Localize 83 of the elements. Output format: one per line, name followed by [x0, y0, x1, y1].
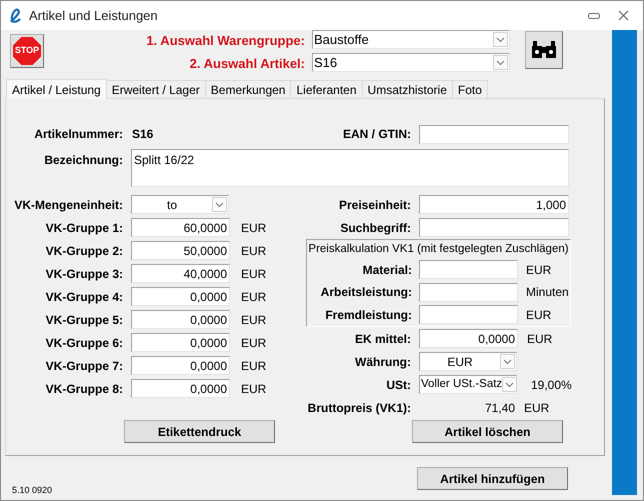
unit-label: EUR: [241, 288, 266, 306]
field-label: Arbeitsleistung:: [320, 284, 412, 302]
version-text: 5.10 0920: [12, 484, 52, 496]
group-title: Preiskalkulation VK1 (mit festgelegten Zuschlägen): [308, 242, 569, 257]
input-field[interactable]: [419, 305, 518, 324]
field-label: EAN / GTIN:: [342, 126, 411, 143]
field-label: VK-Gruppe 7:: [44, 358, 123, 374]
input-field[interactable]: 0,0000: [131, 310, 230, 329]
field-label: USt:: [385, 376, 411, 394]
field-label: Währung:: [354, 354, 411, 370]
field-label: Artikelnummer:: [33, 126, 123, 143]
caret-icon: [493, 55, 508, 70]
caret-icon: [493, 32, 508, 47]
value-text: 71,40: [484, 400, 515, 416]
article-number: S16: [132, 126, 154, 143]
caret-icon: [212, 197, 227, 212]
unit-label: EUR: [241, 358, 266, 374]
add-article-button[interactable]: Artikel hinzufügen: [417, 467, 568, 490]
close-icon[interactable]: [618, 10, 629, 21]
dropdown[interactable]: Baustoffe: [312, 30, 510, 49]
input-field[interactable]: [419, 124, 569, 144]
field-label: Bezeichnung:: [43, 152, 123, 169]
unit-label: EUR: [241, 380, 266, 398]
label-print-button[interactable]: Etikettendruck: [124, 420, 275, 443]
window-title: Artikel und Leistungen: [29, 6, 158, 25]
field-label: Suchbegriff:: [339, 220, 411, 236]
input-field[interactable]: 0,0000: [131, 379, 230, 398]
unit-label: EUR: [524, 400, 550, 416]
unit-label: 19,00%: [531, 376, 572, 394]
tab[interactable]: Bemerkungen: [206, 80, 292, 98]
field-label: VK-Gruppe 6:: [44, 334, 123, 352]
field-label: EK mittel:: [354, 330, 411, 348]
field-label: VK-Gruppe 8:: [44, 380, 123, 398]
unit-label: EUR: [526, 306, 552, 324]
unit-label: EUR: [241, 334, 266, 352]
unit-label: EUR: [241, 220, 266, 236]
field-label: VK-Gruppe 2:: [44, 242, 123, 260]
input-field[interactable]: 1,000: [419, 195, 569, 214]
delete-article-button[interactable]: Artikel löschen: [412, 420, 563, 443]
app-logo-icon: [8, 8, 22, 24]
tab[interactable]: Lieferanten: [291, 80, 363, 98]
field-label: VK-Gruppe 3:: [44, 266, 123, 282]
unit-label: EUR: [241, 266, 266, 282]
dropdown[interactable]: EUR: [419, 352, 517, 371]
input-field[interactable]: 0,0000: [131, 333, 230, 352]
dropdown[interactable]: to: [131, 195, 229, 214]
tab[interactable]: Umsatzhistorie: [362, 80, 453, 98]
tab[interactable]: Erweitert / Lager: [106, 80, 206, 98]
input-field[interactable]: [419, 260, 518, 280]
input-field[interactable]: 0,0000: [419, 329, 518, 348]
unit-label: EUR: [526, 262, 552, 279]
field-label: VK-Gruppe 4:: [44, 288, 123, 306]
field-label: Material:: [362, 262, 412, 279]
input-field[interactable]: 60,0000: [131, 218, 230, 237]
stop-button[interactable]: STOP: [10, 34, 44, 68]
minimize-icon[interactable]: [588, 12, 600, 18]
unit-label: Minuten: [526, 284, 569, 302]
selection-label: 2. Auswahl Artikel:: [190, 54, 305, 73]
unit-label: EUR: [241, 312, 266, 328]
input-field[interactable]: [419, 218, 569, 237]
field-label: VK-Mengeneinheit:: [13, 196, 123, 214]
binoculars-icon: [531, 40, 557, 60]
field-label: Bruttopreis (VK1):: [306, 400, 411, 416]
unit-label: EUR: [527, 330, 552, 348]
search-button[interactable]: [525, 31, 563, 69]
dropdown[interactable]: S16: [312, 53, 510, 72]
input-field[interactable]: 40,0000: [131, 264, 230, 283]
tab[interactable]: Artikel / Leistung: [6, 79, 107, 99]
dropdown[interactable]: Voller USt.-Satz: [419, 375, 517, 394]
input-field[interactable]: [419, 282, 518, 302]
field-label: Preiseinheit:: [338, 196, 411, 214]
field-label: VK-Gruppe 5:: [44, 312, 123, 328]
text-area[interactable]: Splitt 16/22: [131, 149, 569, 187]
input-field[interactable]: 0,0000: [131, 356, 230, 375]
input-field[interactable]: 0,0000: [131, 287, 230, 306]
field-label: VK-Gruppe 1:: [44, 220, 123, 236]
caret-icon: [500, 354, 515, 369]
tab[interactable]: Foto: [452, 80, 488, 98]
caret-icon: [502, 377, 518, 392]
field-label: Fremdleistung:: [324, 306, 412, 324]
input-field[interactable]: 50,0000: [131, 241, 230, 260]
unit-label: EUR: [241, 242, 266, 260]
selection-label: 1. Auswahl Warengruppe:: [146, 32, 305, 50]
